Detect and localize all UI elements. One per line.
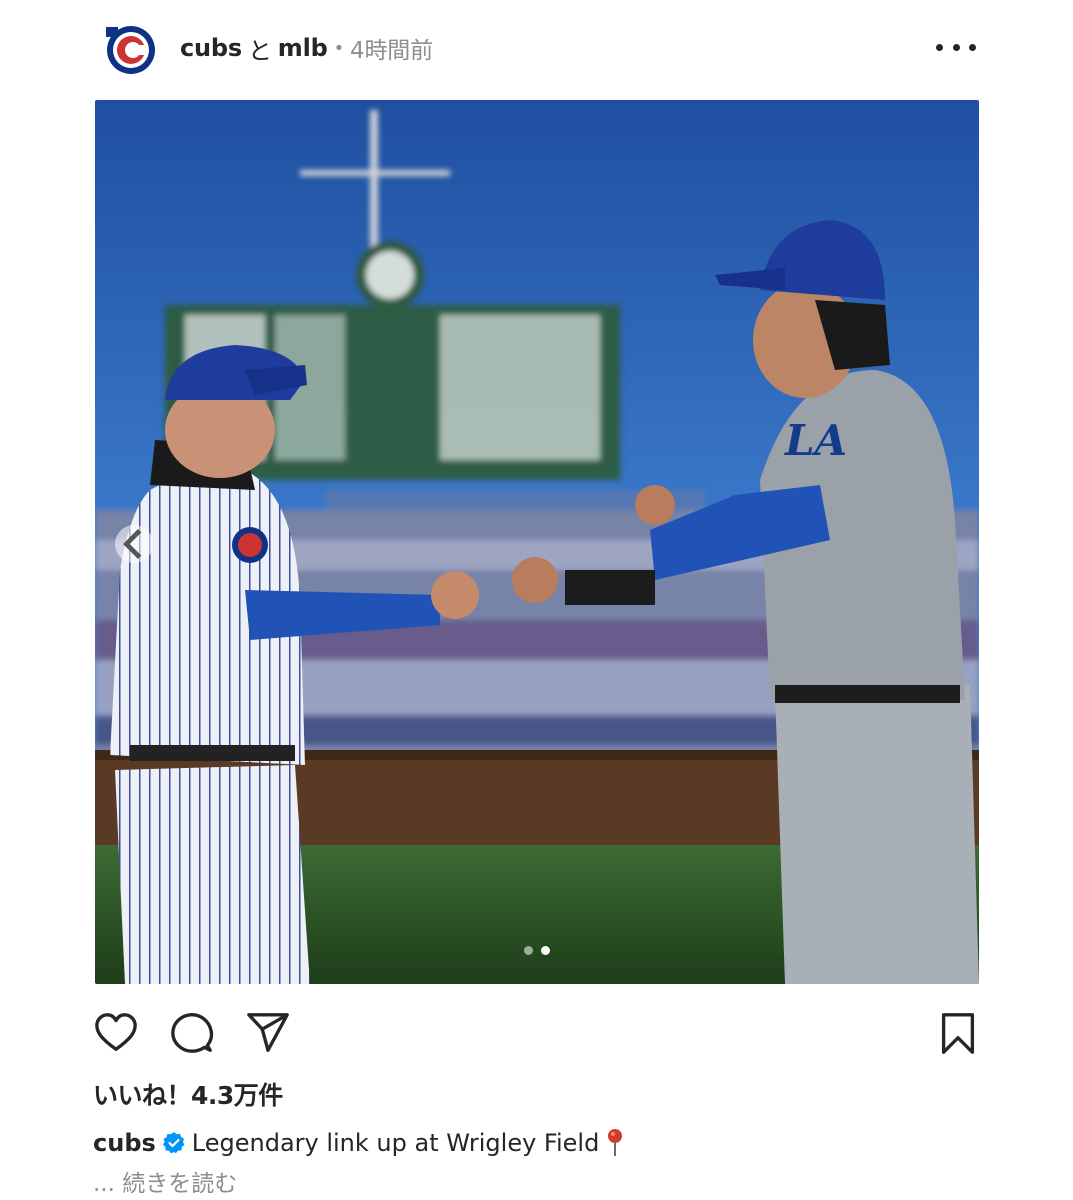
bookmark-icon: [941, 1013, 975, 1054]
caption-username[interactable]: cubs: [93, 1129, 156, 1157]
post-time[interactable]: 4時間前: [350, 31, 433, 65]
cubs-logo-icon: [106, 26, 155, 74]
separator-dot: •: [333, 37, 345, 59]
send-icon: [247, 1013, 289, 1052]
caption: cubs Legendary link up at Wrigley Field: [93, 1128, 625, 1158]
avatar[interactable]: [100, 17, 162, 79]
share-button[interactable]: [245, 1010, 291, 1056]
instagram-post: cubs と mlb • 4時間前 LA いいね！4.3万件 cubs Lege…: [0, 0, 1073, 1200]
read-more-link[interactable]: ... 続きを読む: [93, 1164, 237, 1198]
photo-illustration: LA: [95, 100, 979, 984]
carousel-dot-active: [541, 946, 550, 955]
post-photo[interactable]: LA: [95, 100, 979, 984]
comment-button[interactable]: [169, 1010, 215, 1056]
caption-text: Legendary link up at Wrigley Field: [191, 1129, 600, 1157]
author-name[interactable]: cubs: [180, 34, 242, 62]
more-options-button[interactable]: [936, 32, 976, 62]
verified-badge-icon: [162, 1131, 186, 1155]
like-button[interactable]: [93, 1010, 139, 1056]
like-count[interactable]: いいね！4.3万件: [93, 1076, 283, 1112]
heart-icon: [95, 1013, 137, 1051]
save-button[interactable]: [935, 1010, 981, 1056]
action-bar: [93, 1010, 981, 1060]
carousel-prev-button[interactable]: [115, 525, 153, 563]
pushpin-icon: [605, 1128, 625, 1158]
collab-conjunction: と: [247, 36, 272, 65]
carousel-indicator: [95, 946, 979, 955]
collaborator-name[interactable]: mlb: [278, 34, 328, 62]
header-text: cubs と mlb • 4時間前: [180, 31, 433, 66]
post-header: cubs と mlb • 4時間前: [100, 18, 980, 78]
carousel-dot: [524, 946, 533, 955]
comment-icon: [171, 1013, 214, 1053]
chevron-left-icon: [123, 529, 142, 559]
more-horizontal-icon: [936, 43, 943, 51]
svg-text:LA: LA: [784, 416, 847, 465]
